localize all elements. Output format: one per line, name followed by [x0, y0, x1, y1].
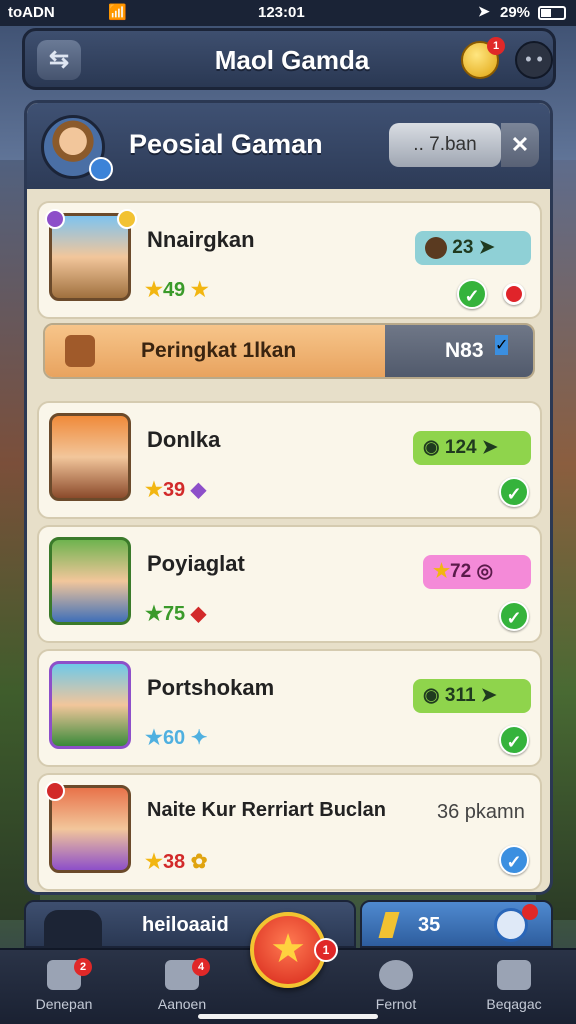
player-card[interactable]: Poyiaglat ★75 ◆ ★72 ◎ ✓ [37, 525, 542, 643]
player-name: Naite Kur Rerriart Buclan [147, 799, 386, 821]
check-icon[interactable]: ✓ [457, 279, 487, 309]
check-icon[interactable]: ✓ [499, 725, 529, 755]
home-indicator[interactable] [198, 1014, 378, 1019]
player-score: ★60 ✦ [145, 727, 208, 749]
player-name: Donlka [147, 427, 221, 452]
close-button[interactable]: ✕ [501, 123, 539, 167]
player-portrait [49, 413, 131, 501]
chip-avatar-icon [425, 236, 447, 259]
player-name: Portshokam [147, 675, 275, 700]
battery-icon [538, 6, 566, 20]
player-portrait [49, 537, 131, 625]
score-chip[interactable]: ◉ 124 ➤ [413, 431, 531, 465]
red-status-dot [503, 283, 525, 305]
gems-counter[interactable]: 35 [360, 900, 553, 948]
tab-guild[interactable]: Beqagac [464, 960, 564, 1012]
puzzle-icon [497, 960, 531, 990]
player-list-panel: Peosial Gaman .. 7.ban ✕ Nnairgkan ★49 ★… [24, 100, 553, 895]
more-menu-button[interactable]: • • [515, 41, 553, 79]
player-card[interactable]: Naite Kur Rerriart Buclan 36 pkamn ★38 ✿… [37, 773, 542, 891]
tab-social[interactable]: 4 Aanoen [132, 958, 232, 1012]
panel-header: Peosial Gaman .. 7.ban ✕ [27, 103, 550, 189]
battery-percent: 29% [500, 4, 531, 21]
score-chip[interactable]: 23 ➤ [415, 231, 531, 265]
player-side-text: 36 pkamn [437, 801, 525, 823]
star-icon: ★ [145, 279, 163, 301]
rank-bar[interactable]: Peringkat 1lkan N83 ✓ [43, 323, 535, 379]
check-icon[interactable]: ✓ [495, 335, 509, 355]
player-card[interactable]: Nnairgkan ★49 ★ 23 ➤ ✓ [37, 201, 542, 319]
carrier-label: toADN [8, 4, 55, 21]
location-icon: ➤ [478, 3, 490, 19]
leaderboard-slot [44, 910, 102, 950]
tab-settings[interactable]: Fernot [346, 960, 446, 1012]
tab-badge: 4 [192, 958, 210, 976]
check-icon[interactable]: ✓ [499, 477, 529, 507]
wifi-icon: 📶 [108, 4, 127, 21]
leaderboard-label: heiloaaid [142, 914, 229, 936]
star-icon: ★ [145, 479, 163, 501]
rank-badge-icon [45, 781, 65, 801]
player-name: Nnairgkan [147, 227, 255, 252]
gems-value: 35 [418, 914, 441, 936]
chip-coin-icon: ◉ [423, 685, 440, 706]
gem-icon [378, 912, 400, 938]
score-chip[interactable]: ◉ 311 ➤ [413, 679, 531, 713]
player-score: ★39 ◆ [145, 479, 207, 501]
chip-star-icon: ★ [433, 561, 451, 582]
tab-label: Beqagac [486, 996, 542, 1012]
star-icon: ★ [145, 603, 163, 625]
check-icon[interactable]: ✓ [499, 845, 529, 875]
player-score: ★38 ✿ [145, 851, 208, 873]
panel-title: Peosial Gaman [129, 129, 323, 159]
tab-label: Aanoen [157, 996, 207, 1012]
rank-value: N83 [445, 339, 484, 362]
tab-home[interactable]: 2 Denepan [14, 958, 114, 1012]
rank-label: Peringkat 1lkan [141, 339, 297, 362]
tab-label: Denepan [35, 996, 93, 1012]
player-score: ★75 ◆ [145, 603, 207, 625]
filter-pill[interactable]: .. 7.ban [389, 123, 501, 167]
star-icon: ★ [145, 851, 163, 873]
chip-coin-icon: ◉ [423, 437, 440, 458]
player-card[interactable]: Donlka ★39 ◆ ◉ 124 ➤ ✓ [37, 401, 542, 519]
player-portrait [49, 661, 131, 749]
top-header: ⇆ Maol Gamda 1 • • [22, 28, 556, 90]
gear-icon [379, 960, 413, 990]
avatar-badge-icon [89, 157, 113, 181]
tab-label: Fernot [375, 996, 417, 1012]
star-icon: ★ [145, 727, 163, 749]
status-bar: toADN 📶 123:01 ➤ 29% [0, 0, 576, 26]
score-chip[interactable]: ★72 ◎ [423, 555, 531, 589]
gems-notification-badge [522, 904, 538, 920]
rank-badge-icon [45, 209, 65, 229]
tab-badge: 2 [74, 958, 92, 976]
center-notification-badge: 1 [314, 938, 338, 962]
check-icon[interactable]: ✓ [499, 601, 529, 631]
level-badge-icon [117, 209, 137, 229]
trophy-icon [65, 335, 95, 367]
player-score: ★49 ★ [145, 279, 209, 301]
player-name: Poyiaglat [147, 551, 245, 576]
clock: 123:01 [258, 4, 305, 21]
player-card[interactable]: Portshokam ★60 ✦ ◉ 311 ➤ ✓ [37, 649, 542, 767]
coin-notification-badge: 1 [487, 37, 505, 55]
